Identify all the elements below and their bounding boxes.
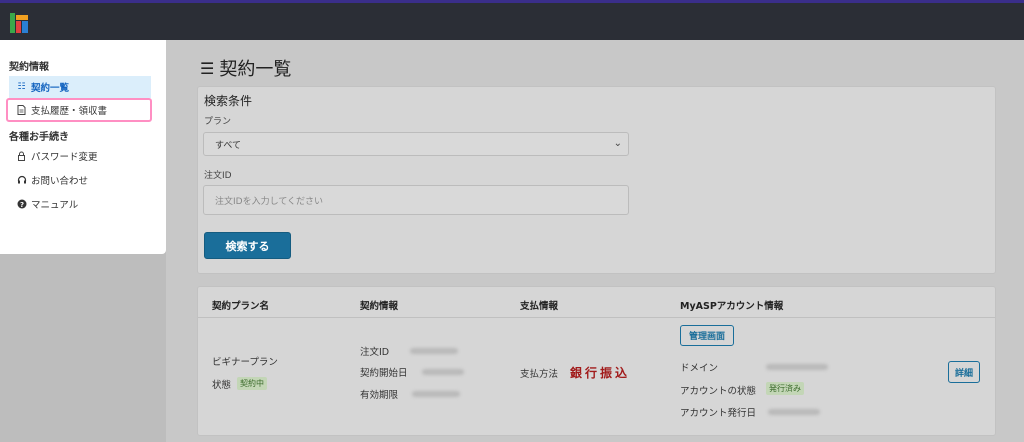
column-header-contract-info: 契約情報 bbox=[360, 301, 399, 312]
sidebar-item-password-change[interactable]: パスワード変更 bbox=[9, 145, 151, 167]
status-label: 状態 bbox=[212, 380, 232, 391]
page-title: ☰ 契約一覧 bbox=[200, 55, 291, 81]
sidebar-item-payment-history[interactable]: 支払履歴・領収書 bbox=[6, 98, 152, 122]
order-id-row-label: 注文ID bbox=[360, 347, 390, 358]
plan-select-value: すべて bbox=[215, 140, 242, 151]
order-id-value-redacted bbox=[410, 348, 458, 354]
headset-icon bbox=[16, 175, 27, 186]
chevron-down-icon: ⌄ bbox=[613, 138, 622, 149]
domain-value-redacted bbox=[766, 364, 828, 370]
page-title-text: 契約一覧 bbox=[219, 59, 292, 80]
sidebar-item-label: お問い合わせ bbox=[31, 176, 89, 187]
order-id-placeholder: 注文IDを入力してください bbox=[215, 196, 324, 207]
lock-icon bbox=[16, 151, 27, 162]
account-status-badge: 発行済み bbox=[766, 382, 804, 395]
domain-label: ドメイン bbox=[680, 363, 719, 374]
sidebar-item-label: マニュアル bbox=[31, 200, 79, 211]
sidebar-item-contract-list[interactable]: ☷ 契約一覧 bbox=[9, 76, 151, 98]
issued-date-label: アカウント発行日 bbox=[680, 408, 757, 419]
plan-select[interactable]: すべて ⌄ bbox=[203, 132, 629, 156]
app-logo-icon[interactable] bbox=[8, 11, 30, 35]
issued-date-value-redacted bbox=[768, 409, 820, 415]
main-content: ☰ 契約一覧 検索条件 プラン すべて ⌄ 注文ID 注文IDを入力してください… bbox=[166, 40, 1024, 442]
order-id-input[interactable]: 注文IDを入力してください bbox=[203, 185, 629, 215]
sidebar-item-manual[interactable]: ? マニュアル bbox=[9, 193, 151, 215]
search-conditions-card: 検索条件 プラン すべて ⌄ 注文ID 注文IDを入力してください 検索する bbox=[197, 86, 996, 274]
order-id-label: 注文ID bbox=[204, 171, 232, 181]
list-icon: ☰ bbox=[200, 58, 215, 78]
plan-name: ビギナープラン bbox=[212, 357, 278, 368]
payment-method-label: 支払方法 bbox=[520, 369, 559, 380]
question-circle-icon: ? bbox=[16, 199, 27, 210]
account-status-label: アカウントの状態 bbox=[680, 386, 757, 397]
expiry-value-redacted bbox=[412, 391, 460, 397]
admin-panel-button[interactable]: 管理画面 bbox=[680, 325, 734, 346]
table-header-divider bbox=[198, 317, 995, 318]
sidebar-item-label: 契約一覧 bbox=[31, 83, 70, 94]
expiry-label: 有効期限 bbox=[360, 390, 399, 401]
sidebar: 契約情報 ☷ 契約一覧 支払履歴・領収書 各種お手続き パスワード変更 お問い合… bbox=[0, 40, 166, 254]
search-button[interactable]: 検索する bbox=[204, 232, 291, 259]
contract-table: 契約プラン名 契約情報 支払情報 MyASPアカウント情報 ビギナープラン 状態… bbox=[197, 286, 996, 436]
column-header-plan: 契約プラン名 bbox=[212, 301, 270, 312]
list-icon: ☷ bbox=[17, 82, 26, 92]
sidebar-item-label: パスワード変更 bbox=[31, 152, 98, 163]
column-header-account-info: MyASPアカウント情報 bbox=[680, 301, 784, 312]
plan-label: プラン bbox=[204, 117, 232, 127]
detail-button[interactable]: 詳細 bbox=[948, 361, 980, 383]
sidebar-section-procedures: 各種お手続き bbox=[9, 132, 69, 143]
sidebar-section-contract: 契約情報 bbox=[9, 62, 49, 73]
start-date-value-redacted bbox=[422, 369, 464, 375]
top-navbar bbox=[0, 0, 1024, 40]
sidebar-item-contact[interactable]: お問い合わせ bbox=[9, 169, 151, 191]
document-icon bbox=[16, 105, 27, 116]
start-date-label: 契約開始日 bbox=[360, 368, 408, 379]
search-card-title: 検索条件 bbox=[204, 94, 253, 108]
payment-method-value: 銀行振込 bbox=[570, 366, 631, 380]
sidebar-item-label: 支払履歴・領収書 bbox=[31, 106, 108, 117]
status-badge: 契約中 bbox=[237, 377, 267, 390]
svg-text:?: ? bbox=[19, 201, 23, 209]
column-header-payment-info: 支払情報 bbox=[520, 301, 559, 312]
